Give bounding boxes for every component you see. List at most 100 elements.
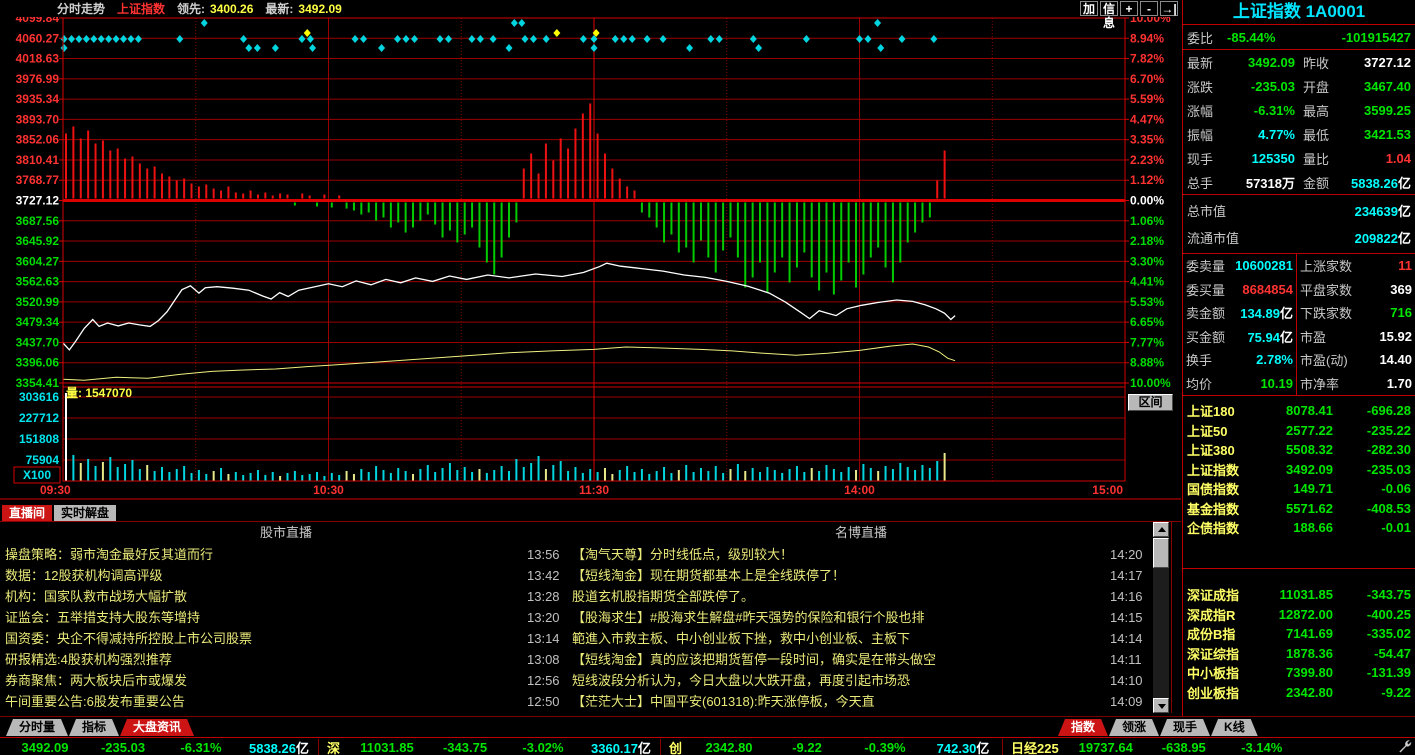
news-item[interactable]: 证监会：五举措支持大股东等增持13:20 <box>5 607 567 628</box>
news-item[interactable]: 【茫茫大士】中国平安(601318):昨天涨停板，今天直14:09 <box>572 691 1150 712</box>
stat-value: 134.89亿 <box>1240 303 1293 322</box>
add-button[interactable]: 加 <box>1080 1 1098 16</box>
news-scrollbar[interactable] <box>1153 522 1169 713</box>
index-row[interactable]: 创业板指2342.80-9.22 <box>1183 683 1415 703</box>
index-row[interactable]: 深成指R12872.00-400.25 <box>1183 605 1415 625</box>
news-item[interactable]: 券商聚焦：两大板块后市或爆发12:56 <box>5 670 567 691</box>
news-item-time: 14:16 <box>1110 586 1150 607</box>
news-item[interactable]: 午间重要公告:6股发布重要公告12:50 <box>5 691 567 712</box>
quote-label: 振幅 <box>1187 125 1227 144</box>
status-market-label: 日经225 <box>1003 738 1067 755</box>
index-row[interactable]: 上证指数3492.09-235.03 <box>1183 460 1415 480</box>
index-row[interactable]: 成份B指7141.69-335.02 <box>1183 624 1415 644</box>
tab-K线[interactable]: K线 <box>1211 719 1258 736</box>
svg-text:3.35%: 3.35% <box>1130 133 1164 147</box>
stat-row: 换手2.78% <box>1183 348 1296 372</box>
status-market-label: 创 <box>661 738 690 755</box>
stat-row: 委买量8684854 <box>1183 278 1296 302</box>
tab-领涨[interactable]: 领涨 <box>1109 719 1159 736</box>
status-value: 742.30亿 <box>924 738 1002 755</box>
news-tab-realtime[interactable]: 实时解盘 <box>54 505 116 521</box>
scrollbar-thumb[interactable] <box>1153 538 1169 568</box>
index-row[interactable]: 上证1808078.41-696.28 <box>1183 401 1415 421</box>
jump-end-button[interactable]: →| <box>1160 1 1178 16</box>
index-row[interactable]: 深证成指11031.85-343.75 <box>1183 585 1415 605</box>
tab-现手[interactable]: 现手 <box>1160 719 1210 736</box>
news-item[interactable]: 【淘气天尊】分时线低点，级别较大！14:20 <box>572 544 1150 565</box>
status-bar: 3492.09-235.03-6.31%5838.26亿深11031.85-34… <box>0 737 1415 755</box>
stat-value: 75.94亿 <box>1247 327 1293 346</box>
svg-text:4060.27: 4060.27 <box>16 31 60 45</box>
news-item[interactable]: 股道玄机股指期货全部跌停了。14:16 <box>572 586 1150 607</box>
tab-指标[interactable]: 指标 <box>69 719 119 736</box>
quote-row: 现手125350量比1.04 <box>1183 146 1415 170</box>
news-item[interactable]: 短线波段分析认为，今日大盘以大跌开盘，再度引起市场恐14:10 <box>572 670 1150 691</box>
index-row[interactable]: 上证3805508.32-282.30 <box>1183 440 1415 460</box>
last-label: 最新: <box>265 0 293 17</box>
news-item[interactable]: 机构：国家队救市战场大幅扩散13:28 <box>5 586 567 607</box>
scroll-up-button[interactable] <box>1153 522 1169 537</box>
stat-value: 369 <box>1390 282 1412 297</box>
tab-大盘资讯[interactable]: 大盘资讯 <box>120 719 194 736</box>
value-number: 209822 <box>1355 231 1398 246</box>
info-button[interactable]: 信息 <box>1100 1 1118 16</box>
svg-text:75904: 75904 <box>26 453 60 467</box>
svg-text:3396.06: 3396.06 <box>16 356 60 370</box>
index-row[interactable]: 上证502577.22-235.22 <box>1183 421 1415 441</box>
chart-toolbar: 加信息+-→| <box>1080 1 1178 16</box>
value-unit: 亿 <box>1398 176 1411 191</box>
index-row[interactable]: 中小板指7399.80-131.39 <box>1183 663 1415 683</box>
news-item[interactable]: 範進入市救主板、中小创业板下挫，救中小创业板、主板下14:14 <box>572 628 1150 649</box>
shanghai-index-list: 上证1808078.41-696.28上证502577.22-235.22上证3… <box>1183 396 1415 569</box>
news-item[interactable]: 研报精选:4股获机构强烈推荐13:08 <box>5 649 567 670</box>
tab-分时量[interactable]: 分时量 <box>6 719 68 736</box>
zoom-out-button[interactable]: - <box>1140 1 1158 16</box>
stat-value: 8684854 <box>1242 282 1293 297</box>
value-number: 5838.26 <box>1351 176 1398 191</box>
news-item-text: 【茫茫大士】中国平安(601318):昨天涨停板，今天直 <box>572 691 1110 712</box>
intraday-chart[interactable]: 4099.844060.274018.633976.993935.343893.… <box>0 0 1181 505</box>
index-name: 基金指数 <box>1187 499 1263 518</box>
news-tab-live[interactable]: 直播间 <box>2 505 52 521</box>
range-button[interactable]: 区间 <box>1128 394 1173 411</box>
index-value: 8078.41 <box>1263 403 1333 418</box>
index-row[interactable]: 深证综指1878.36-54.47 <box>1183 644 1415 664</box>
news-item[interactable]: 【股海求生】#股海求生解盘#昨天强势的保险和银行个股也排14:15 <box>572 607 1150 628</box>
news-item[interactable]: 操盘策略：弱市淘金最好反其道而行13:56 <box>5 544 567 565</box>
index-change: -9.22 <box>1333 685 1411 700</box>
news-item-time: 13:42 <box>527 565 567 586</box>
news-item[interactable]: 数据：12股获机构调高评级13:42 <box>5 565 567 586</box>
status-value: 5838.26亿 <box>240 738 318 755</box>
index-row[interactable]: 基金指数5571.62-408.53 <box>1183 499 1415 519</box>
stat-label: 市盈 <box>1300 327 1326 346</box>
index-row[interactable]: 国债指数149.71-0.06 <box>1183 479 1415 499</box>
index-change: -0.01 <box>1333 520 1411 535</box>
news-item-time: 12:56 <box>527 670 567 691</box>
stat-value: 2.78% <box>1256 352 1293 367</box>
tab-指数[interactable]: 指数 <box>1058 719 1108 736</box>
svg-text:151808: 151808 <box>19 432 59 446</box>
status-value: -6.31% <box>162 740 240 755</box>
news-tab-bar: 直播间实时解盘 <box>0 505 1181 522</box>
weibi-percent: -85.44% <box>1227 30 1275 45</box>
scroll-down-button[interactable] <box>1153 698 1169 713</box>
index-name: 中小板指 <box>1187 663 1263 682</box>
wrench-icon[interactable] <box>1397 738 1413 755</box>
news-item-time: 14:15 <box>1110 607 1150 628</box>
index-name: 成份B指 <box>1187 624 1263 643</box>
news-item-time: 13:14 <box>527 628 567 649</box>
svg-text:7.77%: 7.77% <box>1130 335 1164 349</box>
news-item[interactable]: 国资委：央企不得减持所控股上市公司股票13:14 <box>5 628 567 649</box>
chart-symbol-label: 上证指数 <box>117 0 165 17</box>
news-item-text: 【股海求生】#股海求生解盘#昨天强势的保险和银行个股也排 <box>572 607 1110 628</box>
chart-mode-label: 分时走势 <box>57 0 105 17</box>
stat-row: 卖金额134.89亿 <box>1183 301 1296 325</box>
quote-value: 1.04 <box>1343 151 1411 166</box>
quote-row: 总手57318万金额5838.26亿 <box>1183 170 1415 194</box>
quote-label: 总手 <box>1187 173 1227 192</box>
zoom-in-button[interactable]: + <box>1120 1 1138 16</box>
index-value: 188.66 <box>1263 520 1333 535</box>
news-item[interactable]: 【短线淘金】现在期货都基本上是全线跌停了！14:17 <box>572 565 1150 586</box>
index-row[interactable]: 企债指数188.66-0.01 <box>1183 518 1415 538</box>
news-item[interactable]: 【短线淘金】真的应该把期货暂停一段时间，确实是在带头做空14:11 <box>572 649 1150 670</box>
